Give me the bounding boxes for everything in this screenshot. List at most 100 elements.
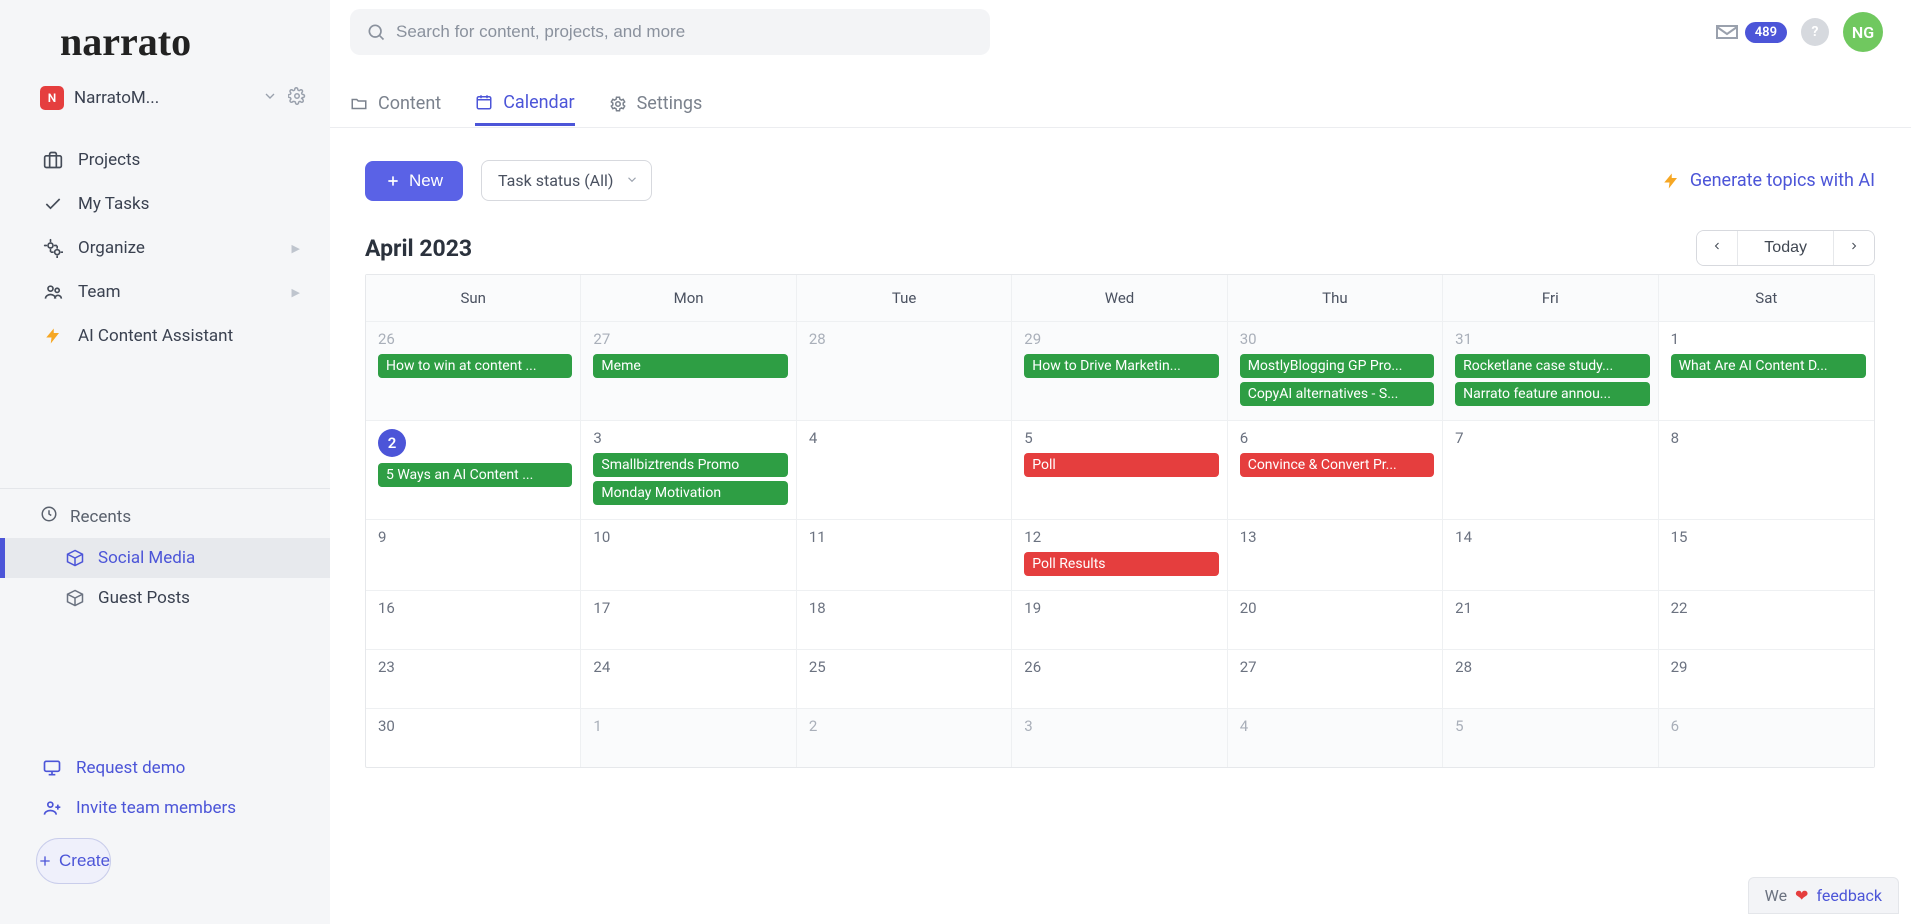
day-number: 8 [1671,429,1866,447]
generate-topics-link[interactable]: Generate topics with AI [1662,170,1875,191]
plus-icon [37,853,53,869]
day-cell[interactable]: 16 [366,591,581,649]
day-cell[interactable]: 3 [1012,709,1227,767]
day-cell[interactable]: 25 [797,650,1012,708]
today-button[interactable]: Today [1737,231,1834,265]
calendar-event[interactable]: What Are AI Content D... [1671,354,1866,378]
day-cell[interactable]: 11 [797,520,1012,590]
status-label: Task status (All) [498,171,613,190]
day-cell[interactable]: 2 [797,709,1012,767]
calendar-event[interactable]: Poll Results [1024,552,1218,576]
day-cell[interactable]: 27Meme [581,322,796,420]
day-cell[interactable]: 12Poll Results [1012,520,1227,590]
day-cell[interactable]: 5Poll [1012,421,1227,519]
tab-calendar[interactable]: Calendar [475,82,574,126]
bolt-icon [1662,172,1680,190]
day-cell[interactable]: 9 [366,520,581,590]
day-cell[interactable]: 10 [581,520,796,590]
tab-settings[interactable]: Settings [609,83,703,124]
folder-icon [350,95,368,113]
day-cell[interactable]: 26 [1012,650,1227,708]
day-cell[interactable]: 5 [1443,709,1658,767]
day-number: 25 [809,658,1003,676]
next-month-button[interactable] [1834,231,1874,265]
day-number: 26 [378,330,572,348]
day-cell[interactable]: 13 [1228,520,1443,590]
day-cell[interactable]: 29 [1659,650,1874,708]
day-cell[interactable]: 28 [797,322,1012,420]
day-cell[interactable]: 24 [581,650,796,708]
help-button[interactable]: ? [1801,18,1829,46]
day-cell[interactable]: 8 [1659,421,1874,519]
day-cell[interactable]: 30 [366,709,581,767]
day-cell[interactable]: 14 [1443,520,1658,590]
day-cell[interactable]: 1 [581,709,796,767]
calendar-event[interactable]: How to win at content ... [378,354,572,378]
nav-my-tasks[interactable]: My Tasks [0,182,330,226]
feedback-pill[interactable]: We ❤ feedback [1748,877,1899,914]
dow-header: Sat [1659,275,1874,321]
recent-social-media[interactable]: Social Media [0,538,330,578]
day-cell[interactable]: 4 [1228,709,1443,767]
day-cell[interactable]: 6Convince & Convert Pr... [1228,421,1443,519]
day-cell[interactable]: 18 [797,591,1012,649]
week-row: 30 123456 [366,708,1874,767]
invite-team-link[interactable]: Invite team members [0,788,330,828]
day-cell[interactable]: 7 [1443,421,1658,519]
day-cell[interactable]: 22 [1659,591,1874,649]
calendar-event[interactable]: 5 Ways an AI Content ... [378,463,572,487]
workspace-selector[interactable]: N NarratoM... [0,80,330,128]
create-button[interactable]: Create [36,838,111,884]
day-cell[interactable]: 25 Ways an AI Content ... [366,421,581,519]
calendar-event[interactable]: Meme [593,354,787,378]
notifications[interactable]: 489 [1715,20,1787,44]
day-number: 1 [593,717,787,735]
day-cell[interactable]: 4 [797,421,1012,519]
calendar-event[interactable]: Narrato feature annou... [1455,382,1649,406]
nav-team[interactable]: Team ▶ [0,270,330,314]
workspace-badge: N [40,86,64,110]
nav-projects[interactable]: Projects [0,138,330,182]
calendar-event[interactable]: How to Drive Marketin... [1024,354,1218,378]
gear-icon[interactable] [288,87,306,109]
request-demo-link[interactable]: Request demo [0,748,330,788]
week-row: 16171819202122 [366,590,1874,649]
day-cell[interactable]: 27 [1228,650,1443,708]
recent-guest-posts[interactable]: Guest Posts [0,578,330,618]
week-row: 9101112Poll Results131415 [366,519,1874,590]
recent-label: Guest Posts [98,588,190,608]
day-cell[interactable]: 21 [1443,591,1658,649]
day-cell[interactable]: 6 [1659,709,1874,767]
day-cell[interactable]: 30MostlyBlogging GP Pro...CopyAI alterna… [1228,322,1443,420]
heart-icon: ❤ [1795,886,1808,905]
search-box[interactable] [350,9,990,55]
nav-ai-assistant[interactable]: AI Content Assistant [0,314,330,358]
calendar-event[interactable]: Monday Motivation [593,481,787,505]
day-cell[interactable]: 23 [366,650,581,708]
chevron-left-icon [1711,240,1723,252]
calendar-event[interactable]: Smallbiztrends Promo [593,453,787,477]
day-cell[interactable]: 31Rocketlane case study...Narrato featur… [1443,322,1658,420]
day-cell[interactable]: 29How to Drive Marketin... [1012,322,1227,420]
avatar[interactable]: NG [1843,12,1883,52]
day-cell[interactable]: 17 [581,591,796,649]
day-cell[interactable]: 26 How to win at content ... [366,322,581,420]
calendar-event[interactable]: CopyAI alternatives - S... [1240,382,1434,406]
day-cell[interactable]: 19 [1012,591,1227,649]
nav-organize[interactable]: Organize ▶ [0,226,330,270]
day-cell[interactable]: 15 [1659,520,1874,590]
day-cell[interactable]: 1What Are AI Content D... [1659,322,1874,420]
chevron-down-icon[interactable] [262,88,278,108]
new-button[interactable]: New [365,161,463,201]
calendar-event[interactable]: Rocketlane case study... [1455,354,1649,378]
prev-month-button[interactable] [1697,231,1737,265]
day-cell[interactable]: 3Smallbiztrends PromoMonday Motivation [581,421,796,519]
task-status-select[interactable]: Task status (All) [481,160,652,201]
search-input[interactable] [396,22,974,42]
day-cell[interactable]: 28 [1443,650,1658,708]
day-cell[interactable]: 20 [1228,591,1443,649]
tab-content[interactable]: Content [350,83,441,124]
calendar-event[interactable]: Convince & Convert Pr... [1240,453,1434,477]
calendar-event[interactable]: Poll [1024,453,1218,477]
calendar-event[interactable]: MostlyBlogging GP Pro... [1240,354,1434,378]
